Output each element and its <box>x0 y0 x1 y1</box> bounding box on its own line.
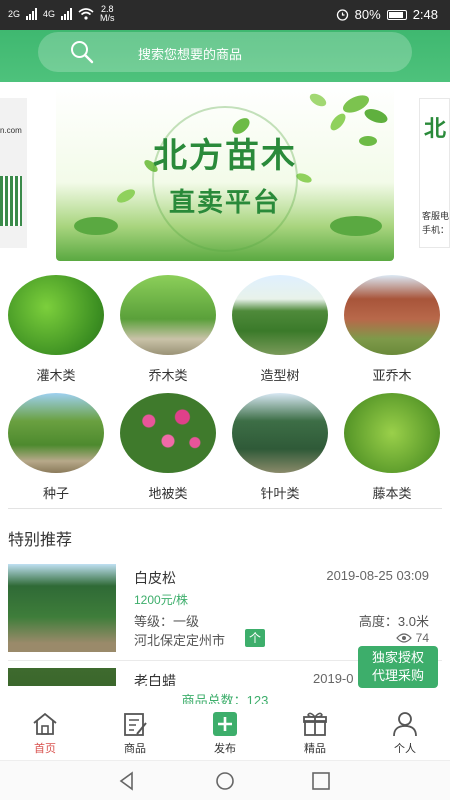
status-left: 2G 4G 2.8 M/s <box>8 5 115 23</box>
float-button-line2: 代理采购 <box>371 668 424 683</box>
float-button-line1: 独家授权 <box>371 650 424 665</box>
exclusive-agency-button[interactable]: 独家授权 代理采购 <box>358 646 438 688</box>
divider <box>8 508 442 509</box>
banner-next-line: 手机： <box>422 225 450 235</box>
product-price: 1200元/株 <box>134 593 189 607</box>
category-label: 造型树 <box>260 368 300 383</box>
search-icon <box>71 41 94 64</box>
category-tree[interactable]: 乔木类 <box>118 275 218 384</box>
product-height: 高度：3.0米 <box>358 614 429 629</box>
views-count: 74 <box>415 631 429 645</box>
nav-label: 商品 <box>124 743 146 755</box>
alarm-icon <box>336 9 348 21</box>
tree-icon <box>120 275 216 355</box>
nav-label: 个人 <box>394 743 416 755</box>
banner-slide-prev[interactable]: n.com <box>0 98 27 248</box>
nav-item-featured[interactable]: 精品 <box>275 708 355 756</box>
home-circle-icon[interactable] <box>214 770 236 792</box>
category-label: 亚乔木 <box>372 368 412 383</box>
seed-icon <box>8 393 104 473</box>
topiary-icon <box>232 275 328 355</box>
publish-icon <box>213 712 237 736</box>
net-speed: 2.8 M/s <box>100 5 115 23</box>
category-label: 藤本类 <box>372 486 412 501</box>
product-grade: 等级：一级 <box>134 614 200 629</box>
category-seed[interactable]: 种子 <box>6 393 106 502</box>
category-groundcover[interactable]: 地被类 <box>118 393 218 502</box>
category-label: 灌木类 <box>36 368 76 383</box>
product-location: 河北保定定州市 <box>134 633 226 648</box>
vine-icon <box>344 393 440 473</box>
goods-icon <box>124 713 147 736</box>
recents-icon[interactable] <box>310 770 332 792</box>
product-views: 74 <box>395 631 429 645</box>
search-input[interactable]: 搜索您想要的商品 <box>38 32 412 72</box>
back-icon[interactable] <box>116 770 138 792</box>
banner-slide-current[interactable]: 北方苗木 直卖平台 <box>56 86 394 261</box>
product-date: 2019-08-25 03:09 <box>326 568 429 583</box>
nav-label: 发布 <box>214 743 236 755</box>
battery-icon <box>386 9 407 20</box>
category-label: 种子 <box>42 486 69 501</box>
status-right: 80% 2:48 <box>336 7 438 22</box>
category-sub-tree[interactable]: 亚乔木 <box>342 275 442 384</box>
signal-icon <box>61 8 73 20</box>
nav-label: 首页 <box>34 743 56 755</box>
clock: 2:48 <box>412 7 438 22</box>
banner-next-lines: 客服电 手机： <box>422 209 449 237</box>
user-icon <box>393 712 417 737</box>
banner-title-line2: 直卖平台 <box>168 188 281 218</box>
eye-icon <box>395 633 412 643</box>
product-thumbnail <box>8 668 116 686</box>
battery-percent: 80% <box>354 7 381 22</box>
groundcover-icon <box>120 393 216 473</box>
category-vine[interactable]: 藤本类 <box>342 393 442 502</box>
header: 搜索您想要的商品 <box>0 30 450 82</box>
nav-item-home[interactable]: 首页 <box>5 708 85 756</box>
category-topiary[interactable]: 造型树 <box>230 275 330 384</box>
category-label: 乔木类 <box>148 368 188 383</box>
banner-title-line1: 北方苗木 <box>153 136 297 176</box>
conifer-icon <box>232 393 328 473</box>
banner-prev-url: n.com <box>0 126 22 135</box>
home-icon <box>33 712 57 735</box>
status-bar: 2G 4G 2.8 M/s 80% 2:48 <box>0 0 450 30</box>
location-button[interactable]: 个 <box>245 629 265 647</box>
signal-icon <box>26 8 38 20</box>
product-name: 老白蜡 <box>134 673 176 686</box>
section-title: 特别推荐 <box>8 532 73 549</box>
product-name: 白皮松 <box>134 570 176 586</box>
banner-next-title: 北 <box>424 116 447 141</box>
nav-item-publish[interactable]: 发布 <box>185 708 265 756</box>
nav-item-goods[interactable]: 商品 <box>95 708 175 756</box>
nav-item-profile[interactable]: 个人 <box>365 708 445 756</box>
category-label: 地被类 <box>148 486 188 501</box>
product-thumbnail <box>8 564 116 652</box>
speed-unit: M/s <box>100 13 115 23</box>
category-conifer[interactable]: 针叶类 <box>230 393 330 502</box>
network-2-label: 4G <box>43 9 56 19</box>
network-1-label: 2G <box>8 9 21 19</box>
category-shrub[interactable]: 灌木类 <box>6 275 106 384</box>
qr-code-icon <box>0 176 22 226</box>
bottom-nav: 首页 商品 发布 精品 个人 <box>0 704 450 760</box>
banner-slide-next[interactable]: 北 客服电 手机： <box>419 98 450 248</box>
category-label: 针叶类 <box>260 486 300 501</box>
product-date: 2019-0 <box>313 671 354 686</box>
gift-icon <box>303 712 327 736</box>
shrub-icon <box>8 275 104 355</box>
sub-tree-icon <box>344 275 440 355</box>
nav-label: 精品 <box>304 743 326 755</box>
search-placeholder: 搜索您想要的商品 <box>138 47 243 62</box>
app-screen: 2G 4G 2.8 M/s 80% 2:48 搜索您想要的商品 n.com 北方… <box>0 0 450 800</box>
wifi-icon <box>78 8 94 20</box>
system-nav-bar <box>0 760 450 800</box>
banner-next-line: 客服电 <box>422 211 450 221</box>
